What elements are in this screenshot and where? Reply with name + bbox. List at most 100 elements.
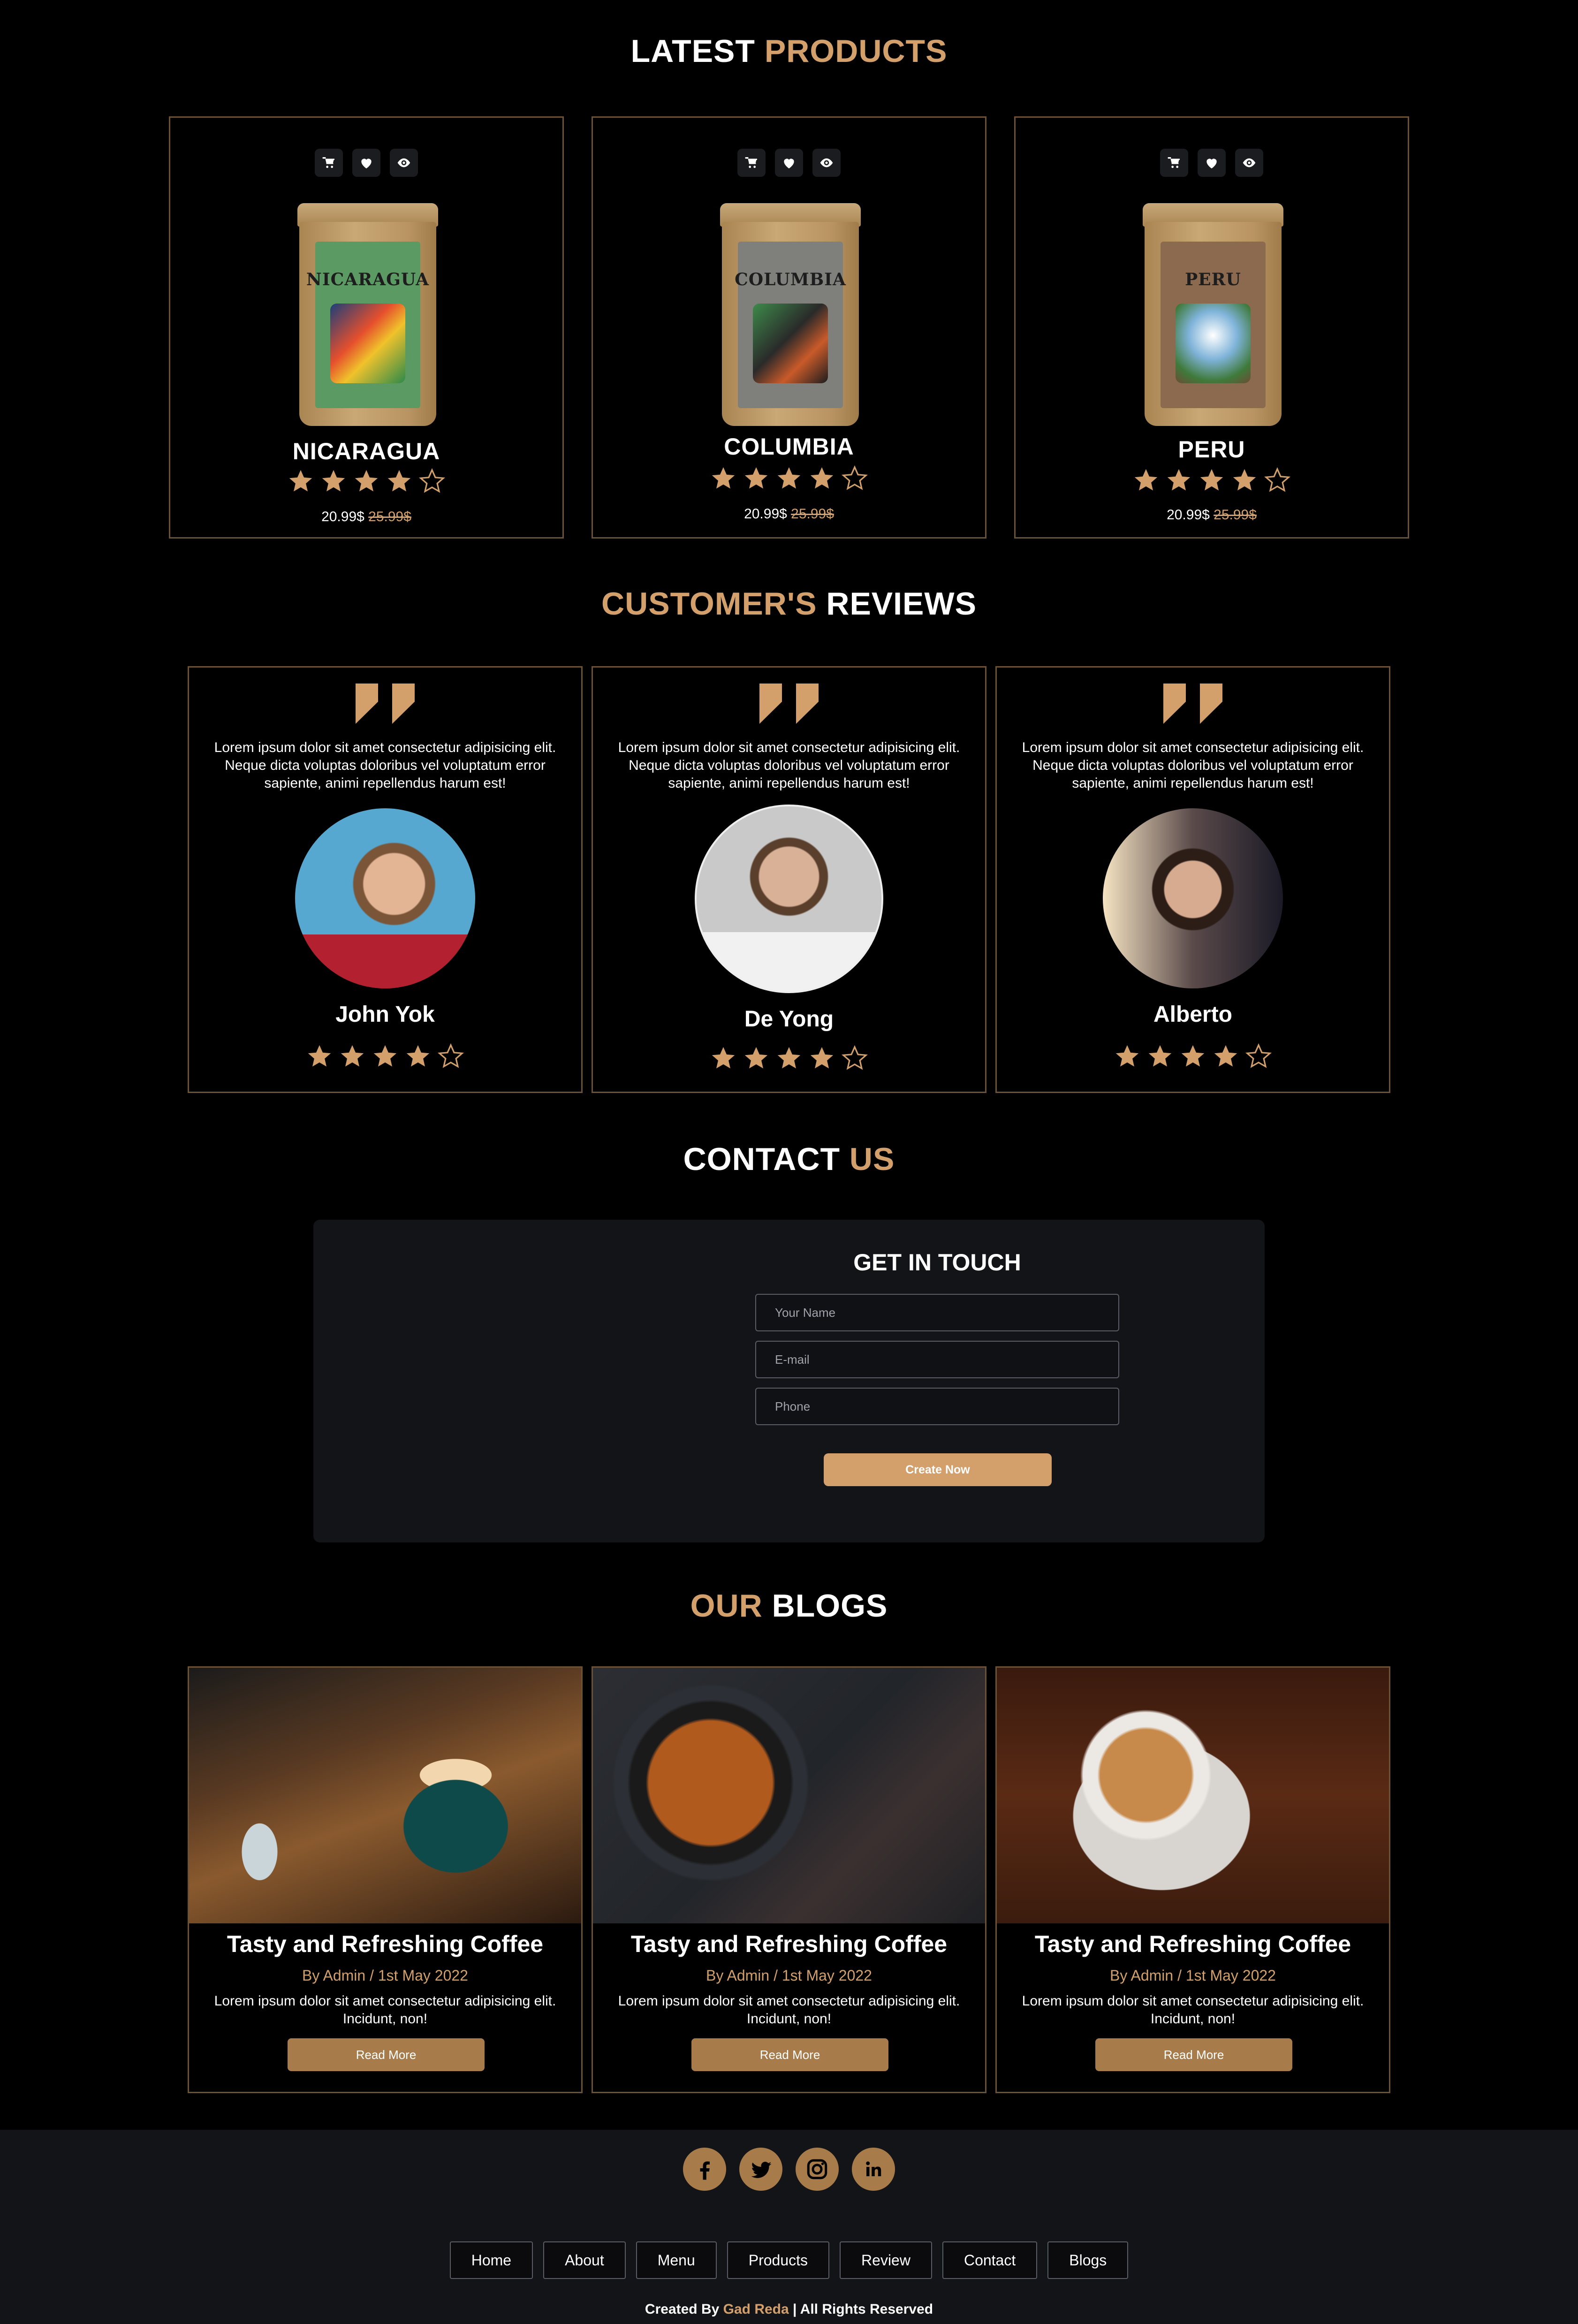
eye-icon[interactable] [1235,149,1263,177]
star-filled-icon [810,467,834,489]
blogs-section-title: OUR BLOGS [0,1587,1578,1624]
read-more-button[interactable]: Read More [288,2038,485,2071]
product-name: NICARAGUA [292,438,440,464]
blog-card: Tasty and Refreshing Coffee By Admin / 1… [188,1666,583,2093]
title-word-accent: OUR [690,1588,763,1624]
title-word-accent: PRODUCTS [764,33,948,69]
star-filled-icon [712,1047,735,1069]
old-price: 25.99$ [368,509,411,524]
title-word-accent: US [849,1141,895,1177]
nav-menu[interactable]: Menu [636,2241,717,2279]
star-empty-icon [842,465,868,490]
avatar [1103,808,1283,988]
star-empty-icon [419,468,445,493]
footer: Home About Menu Products Review Contact … [0,2130,1578,2324]
blog-excerpt: Lorem ipsum dolor sit amet consectetur a… [618,1993,960,2027]
price: 20.99$ 25.99$ [593,506,985,522]
review-text: Lorem ipsum dolor sit amet consectetur a… [214,740,556,791]
nav-about[interactable]: About [543,2241,626,2279]
star-empty-icon [1245,1043,1272,1068]
blog-meta: By Admin / 1st May 2022 [706,1967,872,1984]
star-filled-icon [355,470,378,492]
name-input[interactable] [755,1294,1119,1331]
reviewer-name: Alberto [1153,1002,1232,1027]
cart-icon[interactable] [737,149,766,177]
instagram-icon[interactable] [796,2148,839,2191]
star-filled-icon [341,1045,364,1067]
rating-stars [1016,467,1408,494]
star-empty-icon [438,1043,464,1068]
avatar [695,805,883,993]
create-now-button[interactable]: Create Now [824,1453,1052,1486]
email-input[interactable] [755,1341,1119,1378]
coffee-bag-image: PERU [1143,203,1283,426]
eye-icon[interactable] [390,149,418,177]
current-price: 20.99$ [744,506,787,522]
title-word: REVIEWS [826,586,977,622]
credit-text: Created By Gad Reda | All Rights Reserve… [0,2301,1578,2317]
star-filled-icon [777,467,801,489]
star-empty-icon [1264,467,1290,492]
read-more-button[interactable]: Read More [691,2038,888,2071]
star-filled-icon [1167,469,1191,491]
star-filled-icon [744,467,768,489]
quote-icon [356,684,415,724]
bag-label: COLUMBIA [735,270,846,289]
heart-icon[interactable] [775,149,803,177]
star-filled-icon [744,1047,768,1069]
credit-suffix: | All Rights Reserved [793,2301,933,2317]
star-filled-icon [777,1047,801,1069]
title-word-accent: CUSTOMER'S [601,586,817,622]
coffee-bag-image: NICARAGUA [297,203,438,426]
price: 20.99$ 25.99$ [1016,507,1408,523]
nav-home[interactable]: Home [449,2241,533,2279]
rating-stars [170,468,562,495]
star-filled-icon [810,1047,834,1069]
nav-blogs[interactable]: Blogs [1047,2241,1129,2279]
star-filled-icon [308,1045,331,1067]
credit-prefix: Created By [645,2301,720,2317]
current-price: 20.99$ [321,509,364,524]
title-word: BLOGS [772,1588,888,1624]
star-filled-icon [1200,469,1223,491]
star-filled-icon [1181,1045,1205,1067]
title-word: CONTACT [683,1141,840,1177]
blog-title: Tasty and Refreshing Coffee [1034,1931,1351,1957]
heart-icon[interactable] [1198,149,1226,177]
blog-title: Tasty and Refreshing Coffee [227,1931,544,1957]
blog-title: Tasty and Refreshing Coffee [630,1931,948,1957]
nav-review[interactable]: Review [840,2241,932,2279]
product-card: COLUMBIA COLUMBIA 20.99$ 25.99$ [592,116,986,539]
cart-icon[interactable] [315,149,343,177]
nav-products[interactable]: Products [727,2241,830,2279]
review-card: Lorem ipsum dolor sit amet consectetur a… [188,666,583,1093]
blog-excerpt: Lorem ipsum dolor sit amet consectetur a… [1022,1993,1364,2027]
linkedin-icon[interactable] [852,2148,895,2191]
coffee-bag-image: COLUMBIA [720,203,861,426]
nav-contact[interactable]: Contact [942,2241,1038,2279]
read-more-button[interactable]: Read More [1095,2038,1292,2071]
star-filled-icon [322,470,345,492]
blog-image [997,1668,1389,1923]
heart-icon[interactable] [352,149,380,177]
old-price: 25.99$ [791,506,834,522]
facebook-icon[interactable] [683,2148,726,2191]
star-filled-icon [1214,1045,1237,1067]
phone-input[interactable] [755,1388,1119,1425]
twitter-icon[interactable] [739,2148,782,2191]
blog-card: Tasty and Refreshing Coffee By Admin / 1… [592,1666,986,2093]
price: 20.99$ 25.99$ [170,509,562,525]
star-filled-icon [406,1045,430,1067]
eye-icon[interactable] [812,149,841,177]
star-empty-icon [842,1045,868,1070]
review-card: Lorem ipsum dolor sit amet consectetur a… [995,666,1390,1093]
contact-form-panel: GET IN TOUCH Create Now [313,1220,1265,1542]
star-filled-icon [1148,1045,1172,1067]
blog-excerpt: Lorem ipsum dolor sit amet consectetur a… [214,1993,556,2027]
blog-image [189,1668,581,1923]
contact-section-title: CONTACT US [0,1141,1578,1177]
product-name: COLUMBIA [724,433,854,460]
star-filled-icon [1233,469,1256,491]
old-price: 25.99$ [1214,507,1257,523]
cart-icon[interactable] [1160,149,1188,177]
